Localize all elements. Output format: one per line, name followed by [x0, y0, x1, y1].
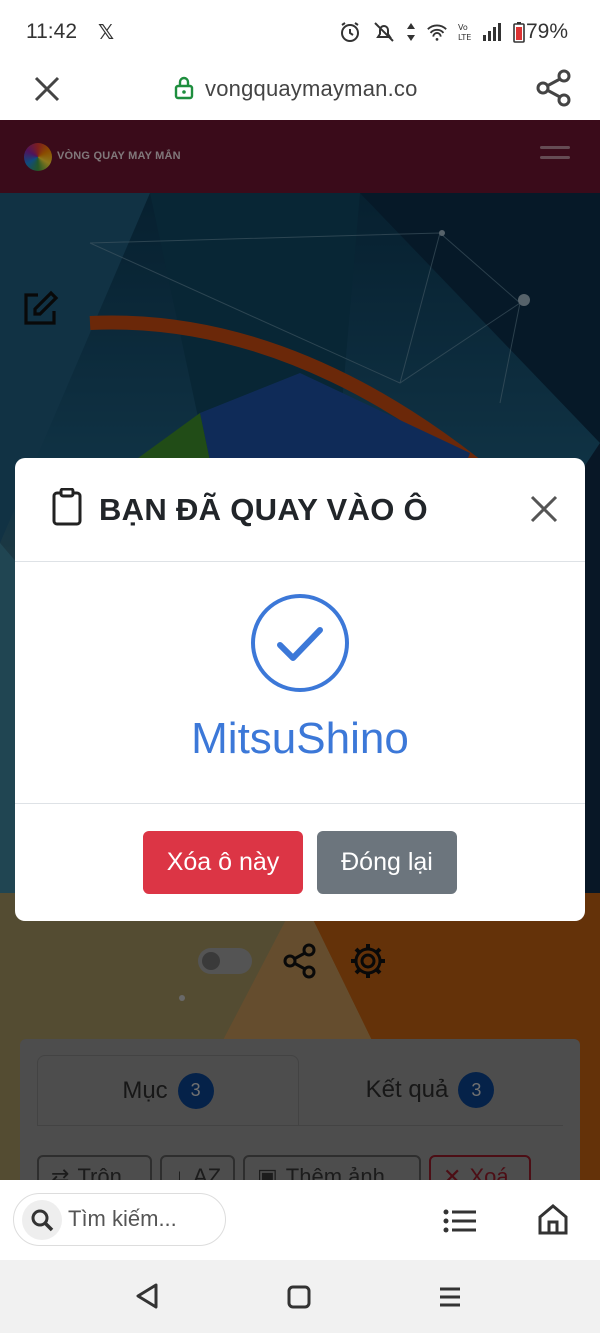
svg-text:LTE: LTE [458, 33, 471, 42]
status-time: 11:42 [26, 20, 77, 43]
modal-title: BẠN ĐÃ QUAY VÀO Ô [99, 492, 428, 527]
modal-body: MitsuShino [15, 562, 585, 804]
browser-bottom-bar [0, 1180, 600, 1260]
url-text[interactable]: vongquaymayman.co [205, 76, 418, 102]
muted-icon [374, 22, 394, 42]
share-button[interactable] [534, 68, 574, 108]
home-square-icon[interactable] [286, 1284, 312, 1310]
android-nav-bar [0, 1260, 600, 1333]
battery-icon [513, 22, 525, 43]
delete-entry-button[interactable]: Xóa ô này [143, 831, 303, 894]
share-icon [536, 69, 571, 107]
home-button[interactable] [536, 1202, 570, 1236]
signal-icon [483, 23, 501, 41]
svg-text:Vo: Vo [458, 23, 468, 32]
search-box[interactable] [13, 1193, 226, 1246]
close-button[interactable]: Đóng lại [317, 831, 457, 894]
status-icons: Vo LTE [338, 20, 526, 44]
data-arrows-icon [407, 23, 415, 41]
result-modal: BẠN ĐÃ QUAY VÀO Ô MitsuShino Xóa ô này Đ… [15, 458, 585, 921]
browser-url-bar: vongquaymayman.co [0, 64, 600, 120]
search-icon [31, 1209, 54, 1232]
search-icon-wrap [22, 1200, 62, 1240]
battery-percent: 79% [526, 20, 569, 43]
lock-icon [174, 76, 194, 100]
list-icon [443, 1209, 476, 1233]
close-icon [530, 495, 558, 523]
clipboard-icon [52, 488, 82, 526]
alarm-icon [341, 22, 359, 42]
modal-header: BẠN ĐÃ QUAY VÀO Ô [15, 458, 585, 562]
close-tab-button[interactable] [30, 72, 64, 106]
x-app-icon: 𝕏 [98, 22, 115, 44]
back-icon[interactable] [134, 1282, 160, 1310]
close-icon [34, 76, 60, 102]
status-bar: 11:42 𝕏 Vo LTE 79% [0, 0, 600, 64]
modal-close-button[interactable] [529, 494, 559, 524]
check-circle-icon [251, 594, 349, 692]
result-name: MitsuShino [191, 714, 409, 763]
home-icon [538, 1204, 568, 1235]
modal-footer: Xóa ô này Đóng lại [15, 804, 585, 921]
recents-menu-icon[interactable] [438, 1285, 462, 1309]
list-button[interactable] [442, 1206, 478, 1236]
volte-icon: VoLTE [458, 23, 471, 42]
search-input[interactable] [68, 1206, 218, 1232]
wifi-icon [427, 24, 447, 41]
